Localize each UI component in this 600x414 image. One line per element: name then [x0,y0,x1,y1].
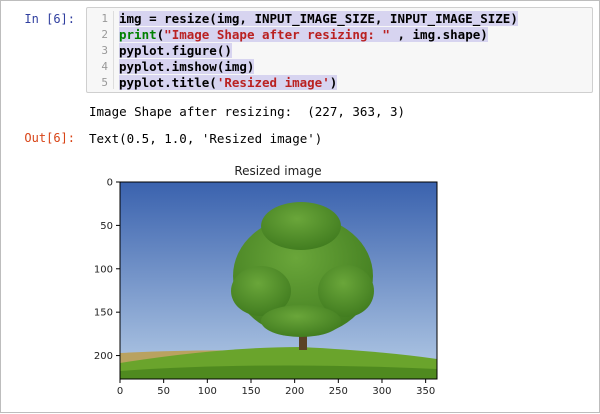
y-tick-label: 200 [94,351,113,362]
y-tick-label: 100 [94,264,113,275]
x-axis: 0 50 100 150 200 250 300 350 [117,379,435,397]
x-tick-label: 250 [329,386,348,397]
x-tick-label: 100 [198,386,217,397]
notebook-cell: In [6]: 1 2 3 4 5 img = resize(img, INPU… [0,0,600,413]
plot-title: Resized image [234,164,321,178]
x-tick-label: 150 [241,386,260,397]
resized-image [120,182,437,379]
x-tick-label: 350 [416,386,435,397]
y-tick-label: 150 [94,308,113,319]
x-tick-label: 0 [117,386,123,397]
plot-figure: Resized image 0 50 100 150 200 250 300 350 0 50 1… [94,164,438,397]
y-axis: 0 50 100 150 200 [94,178,120,362]
x-tick-label: 300 [372,386,391,397]
x-tick-label: 50 [157,386,170,397]
y-tick-label: 50 [100,221,113,232]
x-tick-label: 200 [285,386,304,397]
y-tick-label: 0 [107,178,113,189]
